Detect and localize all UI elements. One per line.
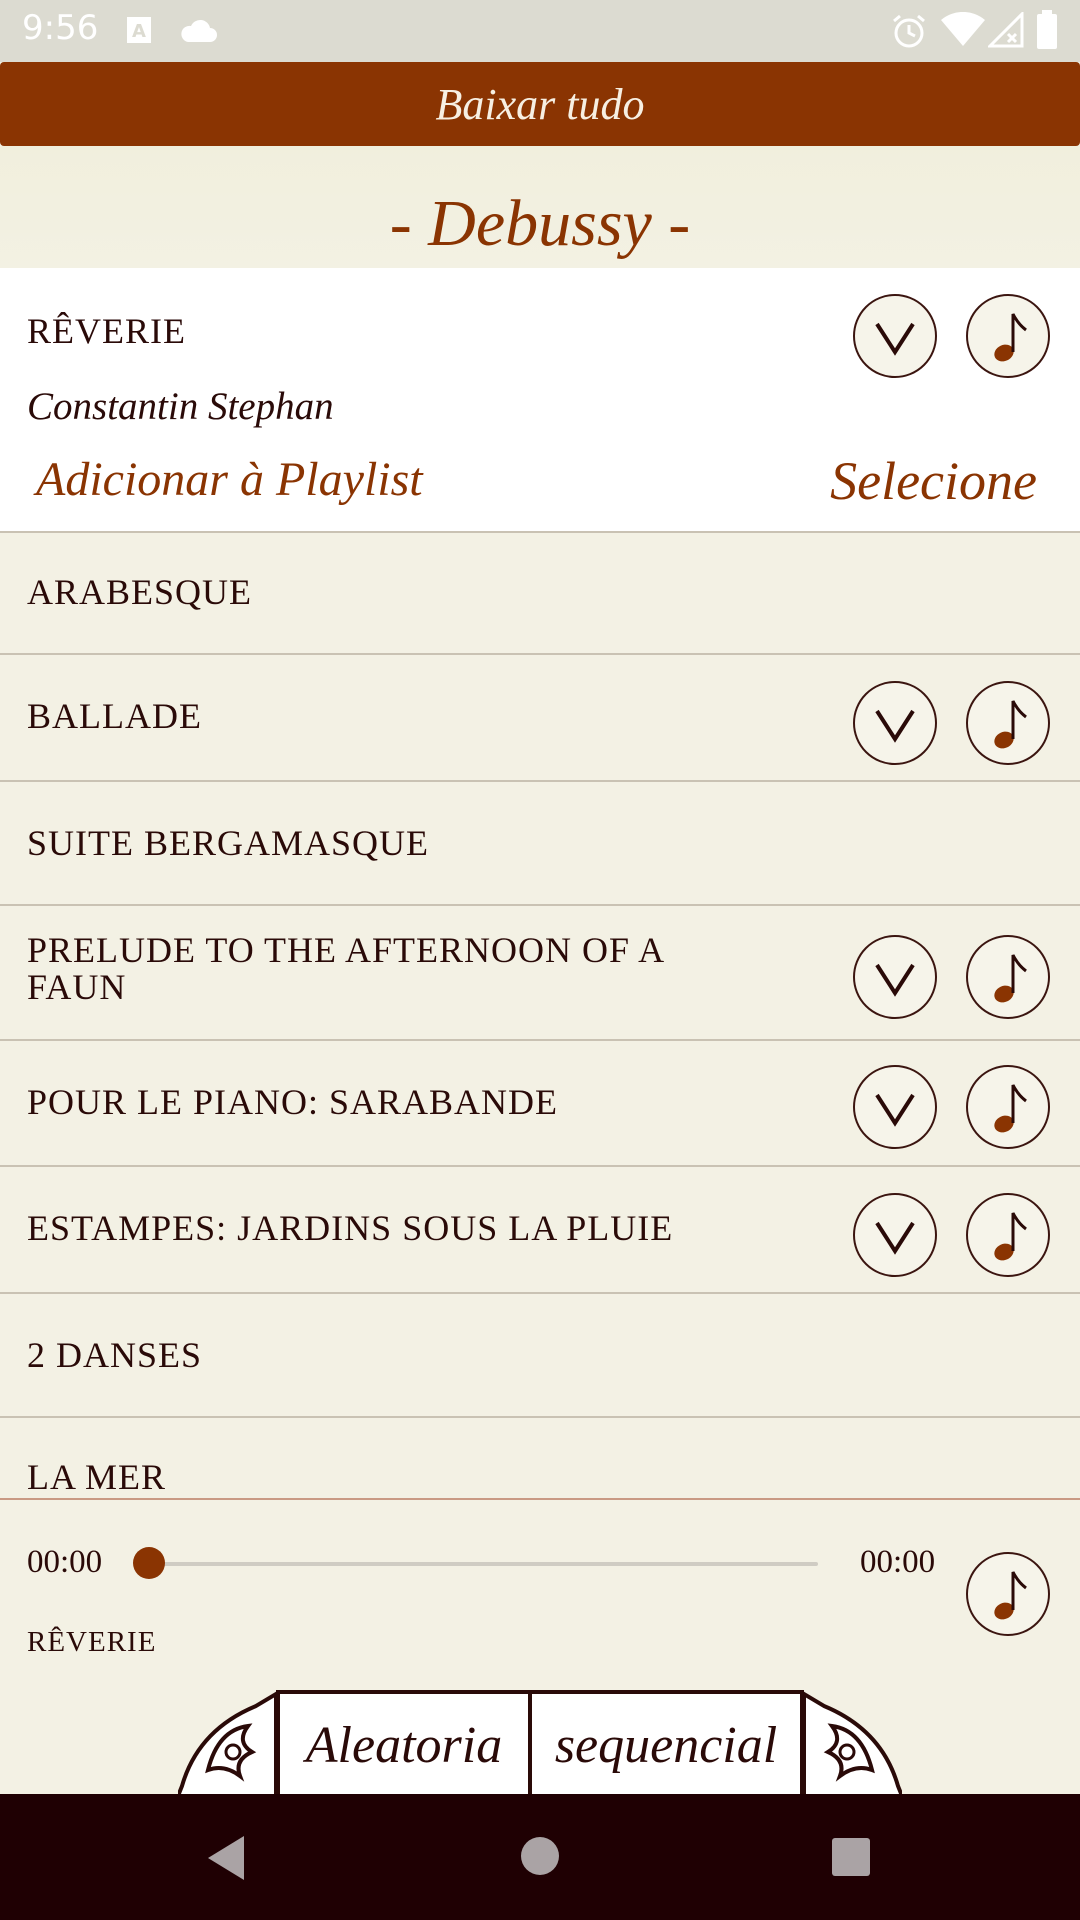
status-bar: 9:56 A (0, 0, 1080, 62)
music-note-icon (994, 700, 1027, 749)
performer-name: Constantin Stephan (27, 385, 334, 428)
download-button[interactable] (853, 681, 937, 765)
duration-time: 00:00 (860, 1544, 936, 1580)
download-button[interactable] (853, 935, 937, 1019)
track-row[interactable]: LA MER (0, 1418, 1080, 1498)
expanded-track[interactable]: RÊVERIE Constantin Stephan Adicionar à P… (0, 268, 1080, 533)
recents-icon[interactable] (832, 1838, 870, 1876)
play-button[interactable] (966, 294, 1050, 378)
chevron-down-icon (875, 1221, 915, 1255)
track-title: LA MER (27, 1457, 167, 1497)
play-button[interactable] (966, 935, 1050, 1019)
music-note-icon (994, 313, 1027, 362)
track-title: RÊVERIE (27, 311, 186, 351)
elapsed-time: 00:00 (27, 1544, 103, 1580)
track-row[interactable]: PRELUDE TO THE AFTERNOON OF A FAUN (0, 906, 1080, 1041)
track-title: SUITE BERGAMASQUE (27, 823, 430, 863)
track-title: ARABESQUE (27, 572, 253, 612)
track-row[interactable]: ARABESQUE (0, 531, 1080, 655)
wifi-icon (940, 11, 986, 53)
sequential-mode-button[interactable]: sequencial (528, 1690, 804, 1796)
music-note-icon (994, 954, 1027, 1003)
play-button[interactable] (966, 1193, 1050, 1277)
track-row[interactable]: BALLADE (0, 655, 1080, 782)
alarm-icon (890, 12, 928, 55)
play-button[interactable] (966, 681, 1050, 765)
chevron-down-icon (875, 1093, 915, 1127)
player-panel: 00:00 00:00 RÊVERIE Aleatoria sequencial (0, 1498, 1080, 1796)
track-title: PRELUDE TO THE AFTERNOON OF A FAUN (27, 930, 664, 1007)
download-button[interactable] (853, 1193, 937, 1277)
add-to-playlist-button[interactable]: Adicionar à Playlist (36, 452, 423, 507)
status-time: 9:56 (22, 8, 99, 48)
signal-icon (986, 10, 1024, 53)
track-row[interactable]: SUITE BERGAMASQUE (0, 782, 1080, 906)
music-note-icon (994, 1084, 1027, 1133)
play-button[interactable] (966, 1065, 1050, 1149)
keyboard-icon: A (126, 16, 152, 49)
download-all-button[interactable]: Baixar tudo (0, 62, 1080, 146)
track-title: ESTAMPES: JARDINS SOUS LA PLUIE (27, 1208, 674, 1248)
music-note-icon (994, 1212, 1027, 1261)
track-row[interactable]: ESTAMPES: JARDINS SOUS LA PLUIE (0, 1167, 1080, 1294)
battery-icon (1036, 10, 1058, 55)
chevron-down-icon (875, 963, 915, 997)
track-title: BALLADE (27, 696, 202, 736)
svg-text:A: A (132, 21, 146, 42)
track-row[interactable]: POUR LE PIANO: SARABANDE (0, 1041, 1080, 1167)
random-mode-button[interactable]: Aleatoria (276, 1690, 532, 1796)
chevron-down-icon (875, 709, 915, 743)
composer-title: - Debussy - (389, 187, 691, 260)
cloud-icon (178, 18, 218, 49)
download-button[interactable] (853, 294, 937, 378)
ornament-left-icon (178, 1690, 278, 1796)
home-icon[interactable] (520, 1836, 560, 1876)
composer-header: - Debussy - (0, 146, 1080, 268)
track-title: POUR LE PIANO: SARABANDE (27, 1082, 559, 1122)
music-note-icon (994, 1571, 1027, 1620)
seek-knob[interactable] (133, 1547, 165, 1579)
now-playing-title: RÊVERIE (27, 1626, 157, 1658)
back-icon[interactable] (204, 1834, 248, 1882)
track-title: 2 DANSES (27, 1335, 203, 1375)
chevron-down-icon (875, 322, 915, 356)
system-nav-bar (0, 1794, 1080, 1920)
select-button[interactable]: Selecione (830, 450, 1037, 512)
download-button[interactable] (853, 1065, 937, 1149)
player-play-button[interactable] (966, 1552, 1050, 1636)
track-row[interactable]: 2 DANSES (0, 1294, 1080, 1418)
seek-bar[interactable] (150, 1562, 818, 1566)
ornament-right-icon (802, 1690, 902, 1796)
